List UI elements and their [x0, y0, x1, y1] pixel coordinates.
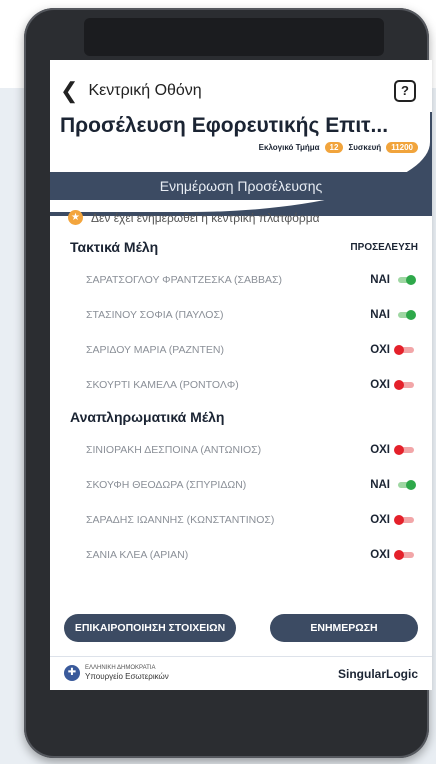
header-meta: Εκλογικό Τμήμα 12 Συσκευή 11200	[259, 142, 418, 153]
attendance-toggle[interactable]	[394, 444, 418, 455]
member-name: ΣΙΝΙΟΡΑΚΗ ΔΕΣΠΟΙΝΑ (ΑΝΤΩΝΙΟΣ)	[86, 443, 262, 456]
member-row: ΣΚΟΥΡΤΙ ΚΑΜΕΛΑ (ΡΟΝΤΟΛΦ) ΟΧΙ	[50, 367, 432, 402]
group-title: Τακτικά Μέλη	[70, 239, 159, 255]
attendance-toggle[interactable]	[394, 309, 418, 320]
member-row: ΣΤΑΣΙΝΟΥ ΣΟΦΙΑ (ΠΑΥΛΟΣ) ΝΑΙ	[50, 297, 432, 332]
member-name: ΣΑΝΙΑ ΚΛΕΑ (ΑΡΙΑΝ)	[86, 548, 189, 561]
attendance-toggle[interactable]	[394, 344, 418, 355]
group-header-regular: Τακτικά Μέλη ΠΡΟΣΕΛΕΥΣΗ	[50, 232, 432, 262]
ministry-emblem-icon: ✚	[64, 665, 80, 682]
refresh-data-button[interactable]: ΕΠΙΚΑΙΡΟΠΟΙΗΣΗ ΣΤΟΙΧΕΙΩΝ	[64, 614, 236, 642]
footer: ✚ ΕΛΛΗΝΙΚΗ ΔΗΜΟΚΡΑΤΙΑ Υπουργείο Εσωτερικ…	[50, 656, 432, 690]
member-name: ΣΑΡΑΔΗΣ ΙΩΑΝΝΗΣ (ΚΩΝΣΤΑΝΤΙΝΟΣ)	[86, 513, 275, 526]
member-row: ΣΑΡΑΤΣΟΓΛΟΥ ΦΡΑΝΤΖΕΣΚΑ (ΣΑΒΒΑΣ) ΝΑΙ	[50, 262, 432, 297]
back-button[interactable]: ❮ Κεντρική Οθόνη	[60, 80, 202, 102]
app-screen: ❮ Κεντρική Οθόνη ? Προσέλευση Εφορευτική…	[50, 60, 432, 690]
attendance-toggle[interactable]	[394, 549, 418, 560]
member-name: ΣΑΡΙΔΟΥ ΜΑΡΙΑ (ΡΑΖΝΤΕΝ)	[86, 343, 224, 356]
member-row: ΣΚΟΥΦΗ ΘΕΟΔΩΡΑ (ΣΠΥΡΙΔΩΝ) ΝΑΙ	[50, 467, 432, 502]
member-row: ΣΑΝΙΑ ΚΛΕΑ (ΑΡΙΑΝ) ΟΧΙ	[50, 537, 432, 572]
star-warning-icon: ★	[68, 210, 83, 225]
attendance-toggle[interactable]	[394, 274, 418, 285]
help-icon[interactable]: ?	[394, 80, 416, 102]
attendance-toggle[interactable]	[394, 514, 418, 525]
attendance-toggle[interactable]	[394, 479, 418, 490]
member-row: ΣΙΝΙΟΡΑΚΗ ΔΕΣΠΟΙΝΑ (ΑΝΤΩΝΙΟΣ) ΟΧΙ	[50, 432, 432, 467]
member-name: ΣΑΡΑΤΣΟΓΛΟΥ ΦΡΑΝΤΖΕΣΚΑ (ΣΑΒΒΑΣ)	[86, 273, 283, 286]
ministry-line1: ΕΛΛΗΝΙΚΗ ΔΗΜΟΚΡΑΤΙΑ	[85, 665, 156, 672]
attendance-column-header: ΠΡΟΣΕΛΕΥΣΗ	[350, 241, 418, 253]
attendance-label: ΝΑΙ	[370, 478, 390, 491]
page-title: Προσέλευση Εφορευτικής Επιτ...	[60, 114, 389, 137]
app-header: ❮ Κεντρική Οθόνη ? Προσέλευση Εφορευτική…	[50, 60, 432, 216]
attendance-label: ΟΧΙ	[370, 513, 390, 526]
attendance-label: ΟΧΙ	[370, 443, 390, 456]
group-header-substitute: Αναπληρωματικά Μέλη	[50, 402, 432, 432]
tablet-top-bezel	[84, 18, 384, 56]
member-name: ΣΚΟΥΦΗ ΘΕΟΔΩΡΑ (ΣΠΥΡΙΔΩΝ)	[86, 478, 247, 491]
members-list: Τακτικά Μέλη ΠΡΟΣΕΛΕΥΣΗ ΣΑΡΑΤΣΟΓΛΟΥ ΦΡΑΝ…	[50, 232, 432, 572]
section-label: Εκλογικό Τμήμα	[258, 143, 320, 152]
attendance-label: ΝΑΙ	[370, 273, 390, 286]
ministry-logo: ✚ ΕΛΛΗΝΙΚΗ ΔΗΜΟΚΡΑΤΙΑ Υπουργείο Εσωτερικ…	[64, 665, 169, 682]
back-label: Κεντρική Οθόνη	[88, 82, 202, 99]
section-badge: 12	[324, 142, 344, 153]
vendor-logo: SingularLogic	[337, 666, 418, 681]
warning-row: ★ Δεν έχει ενημερωθεί η κεντρική πλατφόρ…	[68, 210, 320, 225]
warning-text: Δεν έχει ενημερωθεί η κεντρική πλατφόρμα	[91, 210, 320, 225]
subheader-bar: Ενημέρωση Προσέλευσης	[50, 172, 432, 200]
member-name: ΣΤΑΣΙΝΟΥ ΣΟΦΙΑ (ΠΑΥΛΟΣ)	[86, 308, 224, 321]
action-buttons: ΕΠΙΚΑΙΡΟΠΟΙΗΣΗ ΣΤΟΙΧΕΙΩΝ ΕΝΗΜΕΡΩΣΗ	[50, 614, 432, 642]
member-row: ΣΑΡΑΔΗΣ ΙΩΑΝΝΗΣ (ΚΩΝΣΤΑΝΤΙΝΟΣ) ΟΧΙ	[50, 502, 432, 537]
attendance-label: ΟΧΙ	[370, 343, 390, 356]
group-title: Αναπληρωματικά Μέλη	[70, 409, 225, 425]
member-name: ΣΚΟΥΡΤΙ ΚΑΜΕΛΑ (ΡΟΝΤΟΛΦ)	[86, 378, 239, 391]
attendance-label: ΝΑΙ	[370, 308, 390, 321]
subheader-label: Ενημέρωση Προσέλευσης	[159, 178, 323, 194]
ministry-line2: Υπουργείο Εσωτερικών	[85, 672, 169, 682]
member-row: ΣΑΡΙΔΟΥ ΜΑΡΙΑ (ΡΑΖΝΤΕΝ) ΟΧΙ	[50, 332, 432, 367]
attendance-label: ΟΧΙ	[370, 548, 390, 561]
attendance-toggle[interactable]	[394, 379, 418, 390]
device-label: Συσκευή	[348, 143, 382, 152]
update-button[interactable]: ΕΝΗΜΕΡΩΣΗ	[270, 614, 418, 642]
attendance-label: ΟΧΙ	[370, 378, 390, 391]
device-badge: 11200	[386, 142, 418, 153]
chevron-left-icon: ❮	[60, 78, 79, 103]
